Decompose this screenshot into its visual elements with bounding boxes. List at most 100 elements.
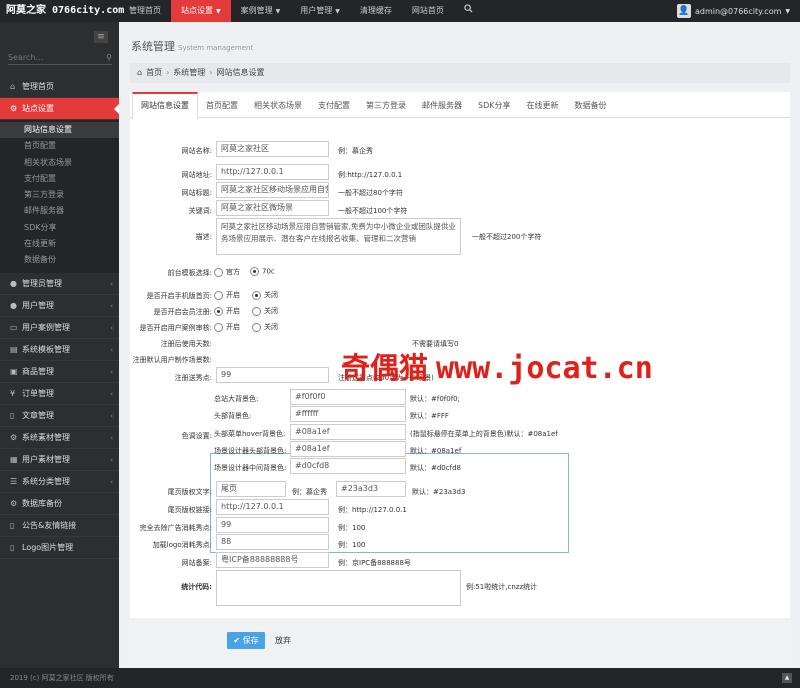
sidebar-item-user-management[interactable]: ● 用户管理 ‹ <box>0 295 119 317</box>
nav-user-management[interactable]: 用户管理 ▼ <box>290 0 350 22</box>
sidebar-search: ⚲ <box>8 53 112 65</box>
member-reg-option-on[interactable]: 开启 <box>214 306 240 316</box>
sidebar-item-articles[interactable]: ▯ 文章管理 ‹ <box>0 405 119 427</box>
nav-site-home[interactable]: 网站首页 <box>402 0 454 22</box>
template-option-70c[interactable]: 70c <box>250 267 275 276</box>
sidebar-item-admin-home[interactable]: ⌂ 管理首页 <box>0 76 119 98</box>
sidebar-item-system-assets[interactable]: ⚙ 系统素材管理 ‹ <box>0 427 119 449</box>
sidebar-item-db-backup[interactable]: ⚙ 数据库备份 <box>0 493 119 515</box>
sidebar-item-announcements[interactable]: ▯ 公告&友情链接 <box>0 515 119 537</box>
nav-admin-home[interactable]: 管理首页 <box>119 0 171 22</box>
tab-data-backup[interactable]: 数据备份 <box>566 92 614 118</box>
ad-points-input[interactable]: 99 <box>216 517 329 533</box>
nav-label: 管理首页 <box>129 6 161 15</box>
top-bar: 阿莫之家 0766city.com 管理首页 站点设置 ▼ 案例管理 ▼ 用户管理 ▼… <box>0 0 800 22</box>
submenu-payment[interactable]: 支付配置 <box>0 171 119 187</box>
points-input[interactable]: 99 <box>216 367 329 383</box>
sidebar-item-user-assets[interactable]: ▦ 用户素材管理 ‹ <box>0 449 119 471</box>
chevron-left-icon: ‹ <box>110 345 113 354</box>
top-nav: 管理首页 站点设置 ▼ 案例管理 ▼ 用户管理 ▼ 清理缓存 网站首页 <box>119 0 480 22</box>
sidebar-item-categories[interactable]: ☰ 系统分类管理 ‹ <box>0 471 119 493</box>
site-title-input[interactable]: 阿莫之家社区移动场景应用自营销 <box>216 182 329 198</box>
site-logo[interactable]: 阿莫之家 0766city.com <box>0 0 124 22</box>
site-url-input[interactable]: http://127.0.0.1 <box>216 164 329 180</box>
radio-mobile-on[interactable] <box>214 290 223 300</box>
tab-payment[interactable]: 支付配置 <box>310 92 358 118</box>
nav-clear-cache[interactable]: 清理缓存 <box>350 0 402 22</box>
search-icon[interactable]: ⚲ <box>106 53 112 62</box>
breadcrumb-system[interactable]: 系统管理 <box>173 68 205 77</box>
submenu-data-backup[interactable]: 数据备份 <box>0 252 119 268</box>
mobile-home-option-on[interactable]: 开启 <box>214 290 240 300</box>
submenu-sdk-share[interactable]: SDK分享 <box>0 220 119 236</box>
site-title-hint: 一般不超过80个字符 <box>338 189 403 197</box>
footer-color-input[interactable]: #23a3d3 <box>336 481 406 497</box>
keywords-input[interactable]: 阿莫之家社区微场景 <box>216 200 329 216</box>
tab-online-update[interactable]: 在线更新 <box>518 92 566 118</box>
breadcrumb-home[interactable]: 首页 <box>146 68 162 77</box>
sidebar-item-admin-management[interactable]: ● 管理员管理 ‹ <box>0 273 119 295</box>
stats-textarea[interactable] <box>216 570 461 606</box>
submenu-mail-server[interactable]: 邮件服务器 <box>0 203 119 219</box>
tab-sdk-share[interactable]: SDK分享 <box>470 92 518 118</box>
sidebar-search-input[interactable] <box>8 53 96 62</box>
tab-third-login[interactable]: 第三方登录 <box>358 92 414 118</box>
user-menu[interactable]: 👤 admin@0766city.com ▼ <box>667 0 800 22</box>
color-input-header[interactable]: #ffffff <box>290 406 406 422</box>
cancel-button[interactable]: 放弃 <box>275 632 291 649</box>
sidebar-item-site-settings[interactable]: ⚙ 站点设置 <box>0 98 119 120</box>
radio-mobile-off[interactable] <box>252 290 261 300</box>
description-textarea[interactable]: 阿莫之家社区移动场景应用自营销管家,免费为中小微企业或团队提供业务场景应用展示、… <box>216 218 461 255</box>
tab-site-info[interactable]: 网站信息设置 <box>132 92 198 119</box>
submenu-site-info[interactable]: 网站信息设置 <box>0 122 119 139</box>
radio-review-off[interactable] <box>252 322 261 332</box>
description-hint: 一般不超过200个字符 <box>472 233 542 241</box>
footer-text-input[interactable]: 尾页 <box>216 481 286 497</box>
footer-link-input[interactable]: http://127.0.0.1 <box>216 499 329 515</box>
radio-official[interactable] <box>214 267 223 277</box>
site-name-input[interactable]: 阿莫之家社区 <box>216 141 329 157</box>
nav-site-settings[interactable]: 站点设置 ▼ <box>171 0 231 22</box>
logo-points-input[interactable]: 88 <box>216 534 329 550</box>
radio-reg-off[interactable] <box>252 306 261 316</box>
scroll-top-icon[interactable]: ▲ <box>782 673 792 683</box>
sidebar-item-orders[interactable]: ¥ 订单管理 ‹ <box>0 383 119 405</box>
sidebar-item-label: 用户素材管理 <box>22 454 70 464</box>
color-label-designer-middle: 场景设计器中间背景色: <box>214 464 287 472</box>
nav-case-management[interactable]: 案例管理 ▼ <box>231 0 291 22</box>
color-input-hover[interactable]: #08a1ef <box>290 424 406 440</box>
template-option-official[interactable]: 官方 <box>214 267 240 277</box>
sidebar-item-user-cases[interactable]: ▭ 用户案例管理 ‹ <box>0 317 119 339</box>
save-button[interactable]: ✔ 保存 <box>227 632 265 649</box>
radio-reg-on[interactable] <box>214 306 223 316</box>
submenu-online-update[interactable]: 在线更新 <box>0 236 119 252</box>
sidebar-item-logo-images[interactable]: ▯ Logo图片管理 <box>0 537 119 559</box>
radio-70c[interactable] <box>250 267 259 276</box>
submenu-third-login[interactable]: 第三方登录 <box>0 187 119 203</box>
cogs-icon: ⚙ <box>10 432 18 442</box>
search-icon[interactable] <box>454 0 480 22</box>
color-input-bg[interactable]: #f0f0f0 <box>290 389 406 405</box>
tab-home-config[interactable]: 首页配置 <box>198 92 246 118</box>
radio-review-on[interactable] <box>214 322 223 332</box>
sidebar-item-products[interactable]: ▣ 商品管理 ‹ <box>0 361 119 383</box>
tab-mail-server[interactable]: 邮件服务器 <box>414 92 470 118</box>
case-review-option-on[interactable]: 开启 <box>214 322 240 332</box>
tab-scene-status[interactable]: 相关状态场景 <box>246 92 310 118</box>
color-input-designer-middle[interactable]: #d0cfd8 <box>290 458 406 474</box>
sidebar-item-system-templates[interactable]: ▤ 系统模板管理 ‹ <box>0 339 119 361</box>
icp-input[interactable]: 粤ICP备88888888号 <box>216 552 329 568</box>
ad-points-hint: 例：100 <box>338 524 366 532</box>
case-review-option-off[interactable]: 关闭 <box>252 322 278 332</box>
keywords-hint: 一般不超过100个字符 <box>338 207 408 215</box>
logo-points-hint: 例：100 <box>338 541 366 549</box>
color-input-designer-header[interactable]: #08a1ef <box>290 441 406 457</box>
submenu-home-config[interactable]: 首页配置 <box>0 138 119 154</box>
member-reg-option-off[interactable]: 关闭 <box>252 306 278 316</box>
submenu-scene-status[interactable]: 相关状态场景 <box>0 155 119 171</box>
sidebar-menu: ⌂ 管理首页 ⚙ 站点设置 网站信息设置 首页配置 相关状态场景 支付配置 第三方登… <box>0 76 119 559</box>
color-hint-designer-header: 默认：#08a1ef <box>410 447 462 455</box>
points-label: 注册送秀点: <box>174 374 212 382</box>
menu-toggle-icon[interactable]: ≡ <box>94 31 108 43</box>
mobile-home-option-off[interactable]: 关闭 <box>252 290 278 300</box>
